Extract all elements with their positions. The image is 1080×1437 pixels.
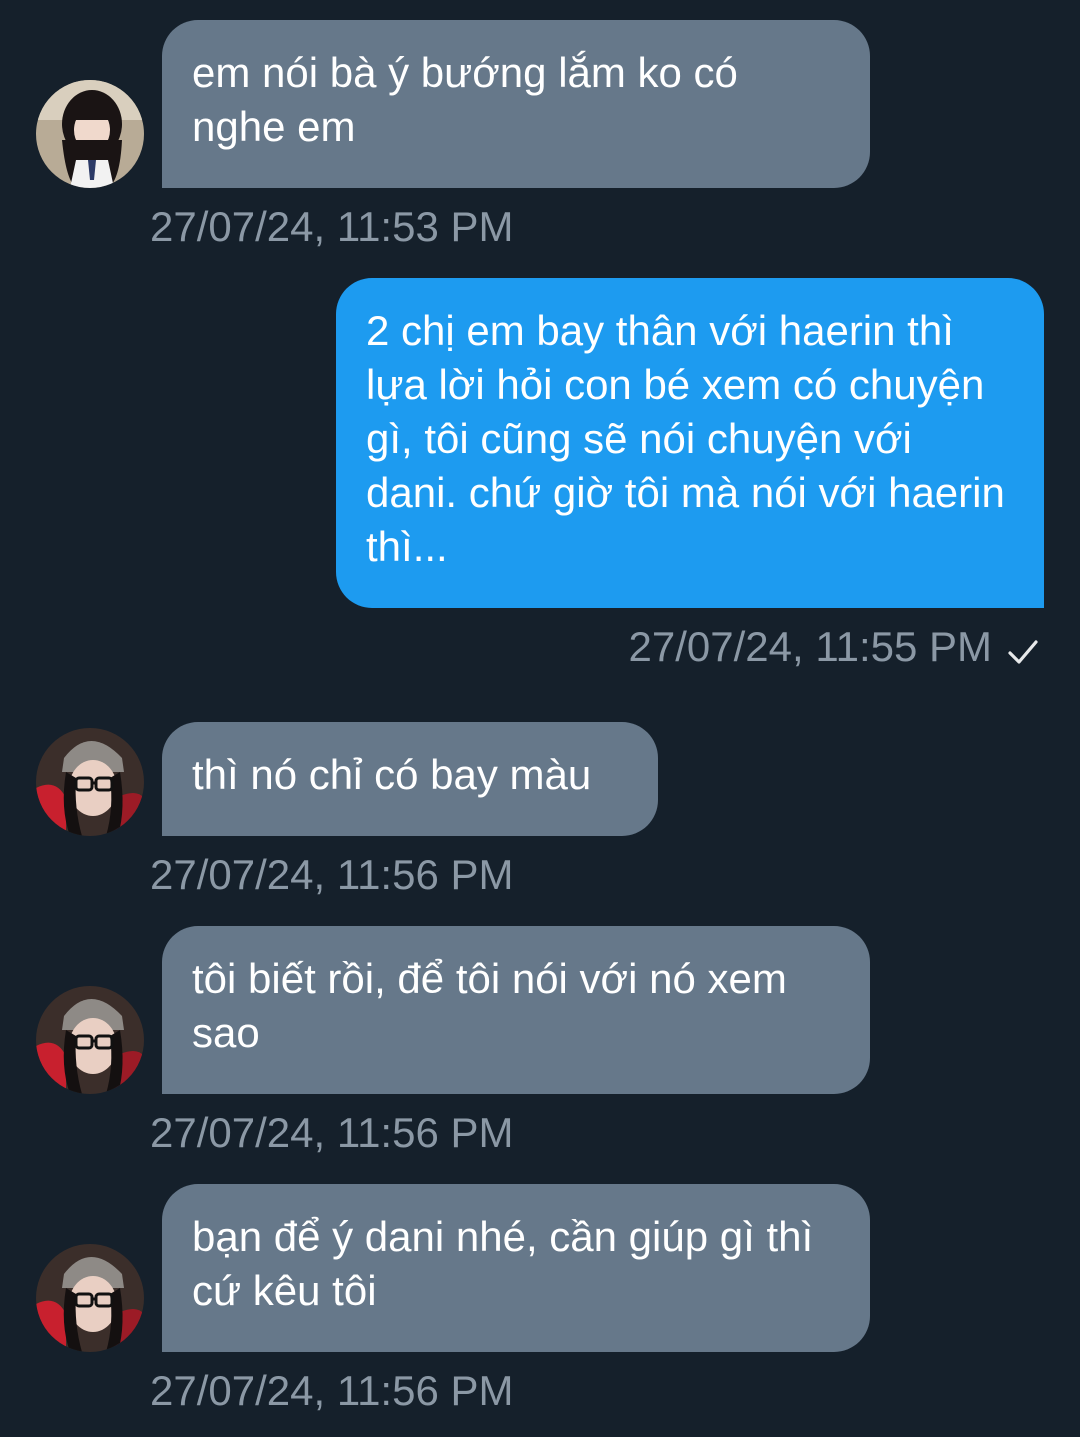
avatar-girl-bangs[interactable] bbox=[36, 80, 144, 188]
check-icon bbox=[1006, 630, 1040, 664]
message-timestamp: 27/07/24, 11:53 PM bbox=[150, 203, 514, 250]
message-timestamp: 27/07/24, 11:56 PM bbox=[150, 851, 514, 898]
message-bubble-outgoing[interactable]: 2 chị em bay thân với haerin thì lựa lời… bbox=[336, 278, 1044, 608]
message-text: 2 chị em bay thân với haerin thì lựa lời… bbox=[366, 307, 1005, 570]
message-bubble-incoming[interactable]: bạn để ý dani nhé, cần giúp gì thì cứ kê… bbox=[162, 1184, 870, 1352]
message-bubble-incoming[interactable]: thì nó chỉ có bay màu bbox=[162, 722, 658, 836]
avatar-girl-beanie-glasses[interactable] bbox=[36, 1244, 144, 1352]
message-timestamp: 27/07/24, 11:56 PM bbox=[150, 1109, 514, 1156]
message-timestamp: 27/07/24, 11:56 PM bbox=[150, 1367, 514, 1414]
message-text: tôi biết rồi, để tôi nói với nó xem sao bbox=[192, 955, 787, 1056]
message-bubble-incoming[interactable]: em nói bà ý bướng lắm ko có nghe em bbox=[162, 20, 870, 188]
message-timestamp-row: 27/07/24, 11:55 PM bbox=[629, 622, 1040, 672]
message-text: thì nó chỉ có bay màu bbox=[192, 751, 592, 798]
message-bubble-incoming[interactable]: tôi biết rồi, để tôi nói với nó xem sao bbox=[162, 926, 870, 1094]
message-text: em nói bà ý bướng lắm ko có nghe em bbox=[192, 49, 738, 150]
avatar-girl-beanie-glasses[interactable] bbox=[36, 986, 144, 1094]
avatar-girl-beanie-glasses[interactable] bbox=[36, 728, 144, 836]
message-timestamp: 27/07/24, 11:55 PM bbox=[628, 623, 992, 670]
message-text: bạn để ý dani nhé, cần giúp gì thì cứ kê… bbox=[192, 1213, 814, 1314]
